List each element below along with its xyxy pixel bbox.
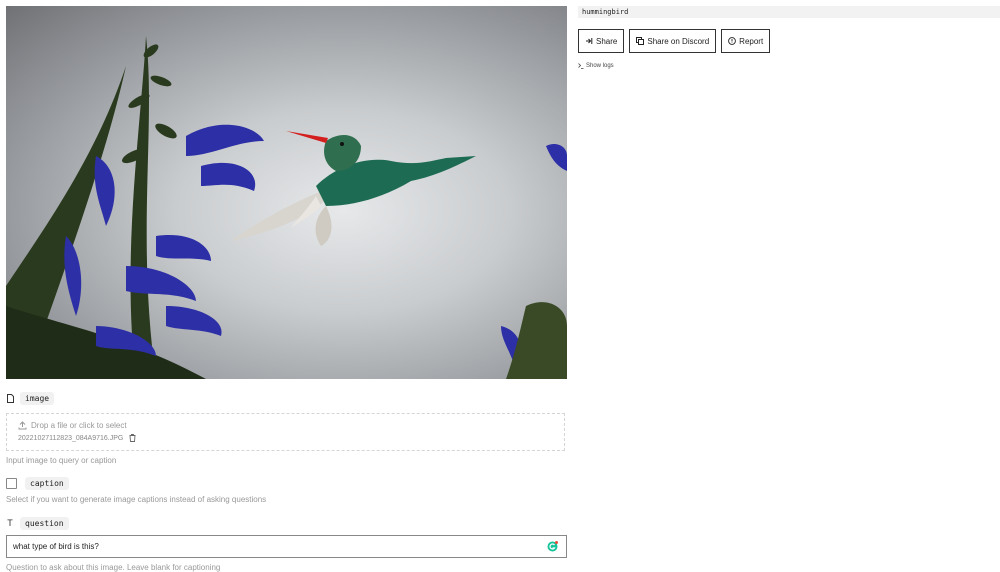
share-label: Share (596, 36, 618, 46)
share-icon (586, 38, 593, 44)
image-dropzone[interactable]: Drop a file or click to select 202210271… (6, 413, 565, 451)
alert-icon (728, 37, 737, 45)
share-button[interactable]: Share (578, 29, 625, 53)
share-discord-button[interactable]: Share on Discord (629, 29, 717, 53)
file-icon (6, 393, 14, 403)
question-input-value: what type of bird is this? (13, 542, 99, 551)
action-buttons: Share Share on Discord Report (578, 29, 1000, 53)
trash-icon[interactable] (129, 434, 136, 442)
image-help-text: Input image to query or caption (6, 456, 117, 465)
drop-hint-text: Drop a file or click to select (31, 421, 127, 430)
caption-checkbox[interactable] (6, 478, 17, 489)
drop-hint: Drop a file or click to select (18, 421, 127, 430)
question-field-label: T question (6, 516, 567, 530)
show-logs-label: Show logs (586, 63, 614, 69)
question-help-text: Question to ask about this image. Leave … (6, 563, 221, 572)
output-text: hummingbird (578, 6, 1000, 18)
show-logs-link[interactable]: Show logs (578, 63, 1000, 69)
input-panel: image Drop a file or click to select 202… (6, 6, 567, 572)
caption-label-tag: caption (25, 477, 69, 490)
question-input[interactable]: what type of bird is this? (6, 535, 567, 558)
hummingbird-shape (231, 131, 476, 246)
report-button[interactable]: Report (721, 29, 771, 53)
image-label-tag: image (20, 391, 55, 405)
caption-field-label: caption (6, 477, 567, 490)
upload-icon (18, 421, 27, 430)
text-type-icon: T (7, 518, 13, 528)
uploaded-file: 20221027112823_084A9716.JPG (18, 434, 136, 442)
file-name: 20221027112823_084A9716.JPG (18, 434, 124, 442)
output-panel: hummingbird Share Share on Discord Repor… (578, 6, 1000, 69)
image-field-label: image (6, 391, 567, 405)
caption-help-text: Select if you want to generate image cap… (6, 495, 267, 504)
question-label-tag: question (20, 516, 69, 530)
logs-icon (578, 63, 584, 69)
copy-icon (636, 37, 645, 45)
grammarly-icon[interactable] (547, 541, 558, 552)
share-discord-label: Share on Discord (647, 36, 710, 46)
hummingbird-photo (6, 6, 567, 379)
report-label: Report (739, 36, 764, 46)
